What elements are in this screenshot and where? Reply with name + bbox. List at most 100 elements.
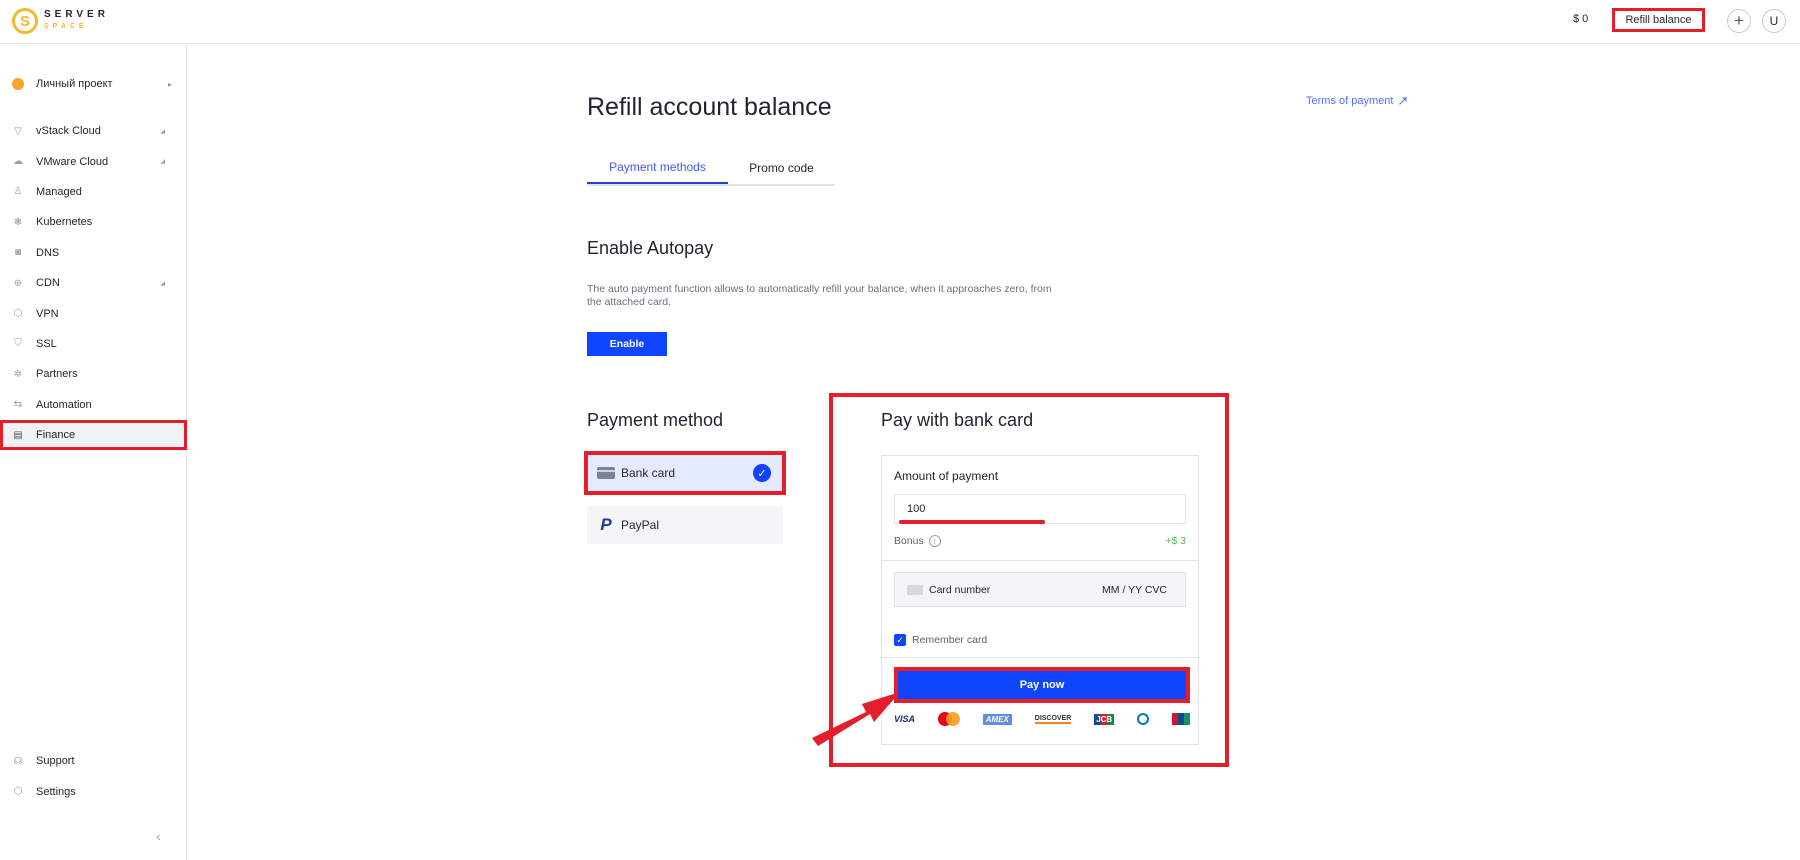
plus-icon: + (1734, 11, 1744, 30)
card-placeholder-icon (907, 584, 923, 595)
dns-icon: ◙ (14, 247, 22, 259)
serverspace-logo[interactable]: S SERVER SPACE (12, 8, 109, 34)
sidebar-item-label: DNS (36, 246, 60, 259)
sidebar-item-settings[interactable]: ⬡ Settings (0, 776, 187, 806)
sidebar-item-finance[interactable]: ▤ Finance (0, 419, 187, 451)
sidebar-item-label: Settings (36, 785, 76, 798)
expand-caret-icon: ◢ (160, 159, 165, 166)
sidebar-item-label: CDN (36, 277, 60, 290)
collapse-sidebar-icon[interactable]: ‹ (156, 828, 161, 844)
balance-display: $ 0 (1573, 13, 1589, 25)
project-icon (12, 78, 24, 90)
terms-of-payment-link[interactable]: Terms of payment ↗ (1306, 93, 1408, 109)
sidebar-item-label: Support (36, 755, 75, 768)
sidebar-item-vmware-cloud[interactable]: ☁ VMware Cloud ◢ (0, 146, 187, 176)
selected-check-icon: ✓ (753, 464, 771, 482)
payment-option-label: PayPal (621, 518, 660, 532)
terms-link-label: Terms of payment (1306, 95, 1394, 107)
project-selector[interactable]: Личный проект ▸ (12, 72, 172, 96)
sidebar-item-cdn[interactable]: ⊕ CDN ◢ (0, 268, 187, 298)
autopay-description: The auto payment function allows to auto… (587, 283, 1052, 308)
remember-card-label: Remember card (912, 634, 988, 646)
sidebar-item-label: Partners (36, 368, 78, 381)
pay-with-card-title: Pay with bank card (881, 410, 1034, 430)
sidebar-item-label: VMware Cloud (36, 155, 109, 168)
sidebar-item-label: Automation (36, 398, 92, 411)
tab-payment-methods[interactable]: Payment methods (587, 151, 728, 184)
autopay-title: Enable Autopay (587, 238, 714, 258)
remember-card-checkbox[interactable]: ✓ Remember card (894, 634, 987, 646)
user-avatar[interactable]: U (1762, 9, 1786, 33)
external-link-icon: ↗ (1397, 93, 1409, 108)
payment-option-bank-card[interactable]: Bank card ✓ (584, 451, 786, 495)
top-header: S SERVER SPACE $ 0 Refill balance + U (0, 0, 1800, 44)
jcb-icon: JCB (1094, 713, 1115, 725)
annotation-arrow-icon (812, 692, 900, 746)
vstack-icon: ▽ (14, 125, 22, 137)
enable-autopay-button[interactable]: Enable (587, 332, 667, 356)
divider (882, 560, 1198, 561)
payment-option-label: Bank card (621, 466, 676, 480)
kubernetes-icon: ❃ (13, 216, 23, 228)
project-label: Личный проект (36, 78, 113, 90)
sidebar-item-vpn[interactable]: ⬡ VPN (0, 298, 187, 328)
page-title: Refill account balance (587, 93, 832, 121)
vpn-shield-icon: ⬡ (13, 308, 23, 320)
checkbox-checked-icon[interactable]: ✓ (894, 634, 906, 646)
amex-icon: AMEX (982, 713, 1012, 725)
diners-club-icon (1137, 713, 1150, 725)
sidebar-bottom-nav: ☊ Support ⬡ Settings (0, 746, 187, 807)
sidebar-item-label: Managed (36, 185, 82, 198)
unionpay-icon (1171, 713, 1190, 725)
bonus-label-text: Bonus (894, 535, 924, 547)
card-brands: VISA AMEX DISCOVER JCB (894, 709, 1190, 729)
sidebar-item-label: vStack Cloud (36, 125, 101, 138)
payment-option-paypal[interactable]: P PayPal (587, 506, 783, 544)
pay-now-button[interactable]: Pay now (894, 667, 1190, 703)
sidebar: Личный проект ▸ ▽ vStack Cloud ◢ ☁ VMwar… (0, 44, 187, 860)
payment-method-title: Payment method (587, 410, 724, 430)
sidebar-item-partners[interactable]: ✲ Partners (0, 359, 187, 389)
gear-icon: ⬡ (13, 786, 23, 798)
sidebar-item-label: Kubernetes (36, 216, 93, 229)
bonus-label: Bonus i (894, 535, 941, 547)
card-number-placeholder: Card number (929, 583, 991, 596)
sidebar-item-label: SSL (36, 337, 57, 350)
add-button[interactable]: + (1727, 9, 1751, 33)
logo-text-server: SERVER (44, 9, 109, 20)
main-content: Refill account balance Terms of payment … (188, 45, 1800, 860)
paypal-icon: P (600, 515, 612, 534)
tabs: Payment methods Promo code (587, 151, 835, 186)
card-number-input[interactable]: Card number MM / YY CVC (894, 572, 1186, 607)
sidebar-item-kubernetes[interactable]: ❃ Kubernetes (0, 207, 187, 237)
refill-balance-button[interactable]: Refill balance (1612, 8, 1705, 32)
sidebar-item-managed[interactable]: ♙ Managed (0, 177, 187, 207)
headset-icon: ☊ (13, 755, 23, 767)
automation-arrows-icon: ⇆ (13, 399, 23, 411)
globe-icon: ⊕ (13, 277, 23, 289)
chevron-right-icon: ▸ (167, 79, 172, 89)
bank-card-payment-form: Amount of payment Bonus i +$ 3 Card numb… (881, 455, 1199, 745)
sidebar-nav: ▽ vStack Cloud ◢ ☁ VMware Cloud ◢ ♙ Mana… (0, 116, 187, 451)
user-initial: U (1769, 14, 1779, 28)
sidebar-item-vstack-cloud[interactable]: ▽ vStack Cloud ◢ (0, 116, 187, 146)
logo-text-space: SPACE (44, 23, 88, 30)
managed-user-icon: ♙ (13, 186, 23, 198)
bonus-value: +$ 3 (1165, 535, 1186, 547)
mastercard-icon (937, 712, 960, 726)
info-icon[interactable]: i (928, 535, 941, 547)
divider (882, 657, 1198, 658)
amount-label: Amount of payment (894, 469, 999, 483)
credit-card-icon (597, 467, 615, 479)
tab-promo-code[interactable]: Promo code (728, 151, 835, 184)
sidebar-item-label: VPN (36, 307, 59, 320)
expand-caret-icon: ◢ (160, 280, 165, 287)
logo-icon: S (12, 8, 38, 34)
sidebar-item-automation[interactable]: ⇆ Automation (0, 390, 187, 420)
sidebar-item-support[interactable]: ☊ Support (0, 746, 187, 776)
annotation-underline (899, 520, 1045, 524)
sidebar-item-dns[interactable]: ◙ DNS (0, 238, 187, 268)
expiry-cvc-placeholder[interactable]: MM / YY CVC (1102, 584, 1167, 596)
discover-icon: DISCOVER (1034, 714, 1072, 724)
sidebar-item-ssl[interactable]: ⛉ SSL (0, 329, 187, 359)
